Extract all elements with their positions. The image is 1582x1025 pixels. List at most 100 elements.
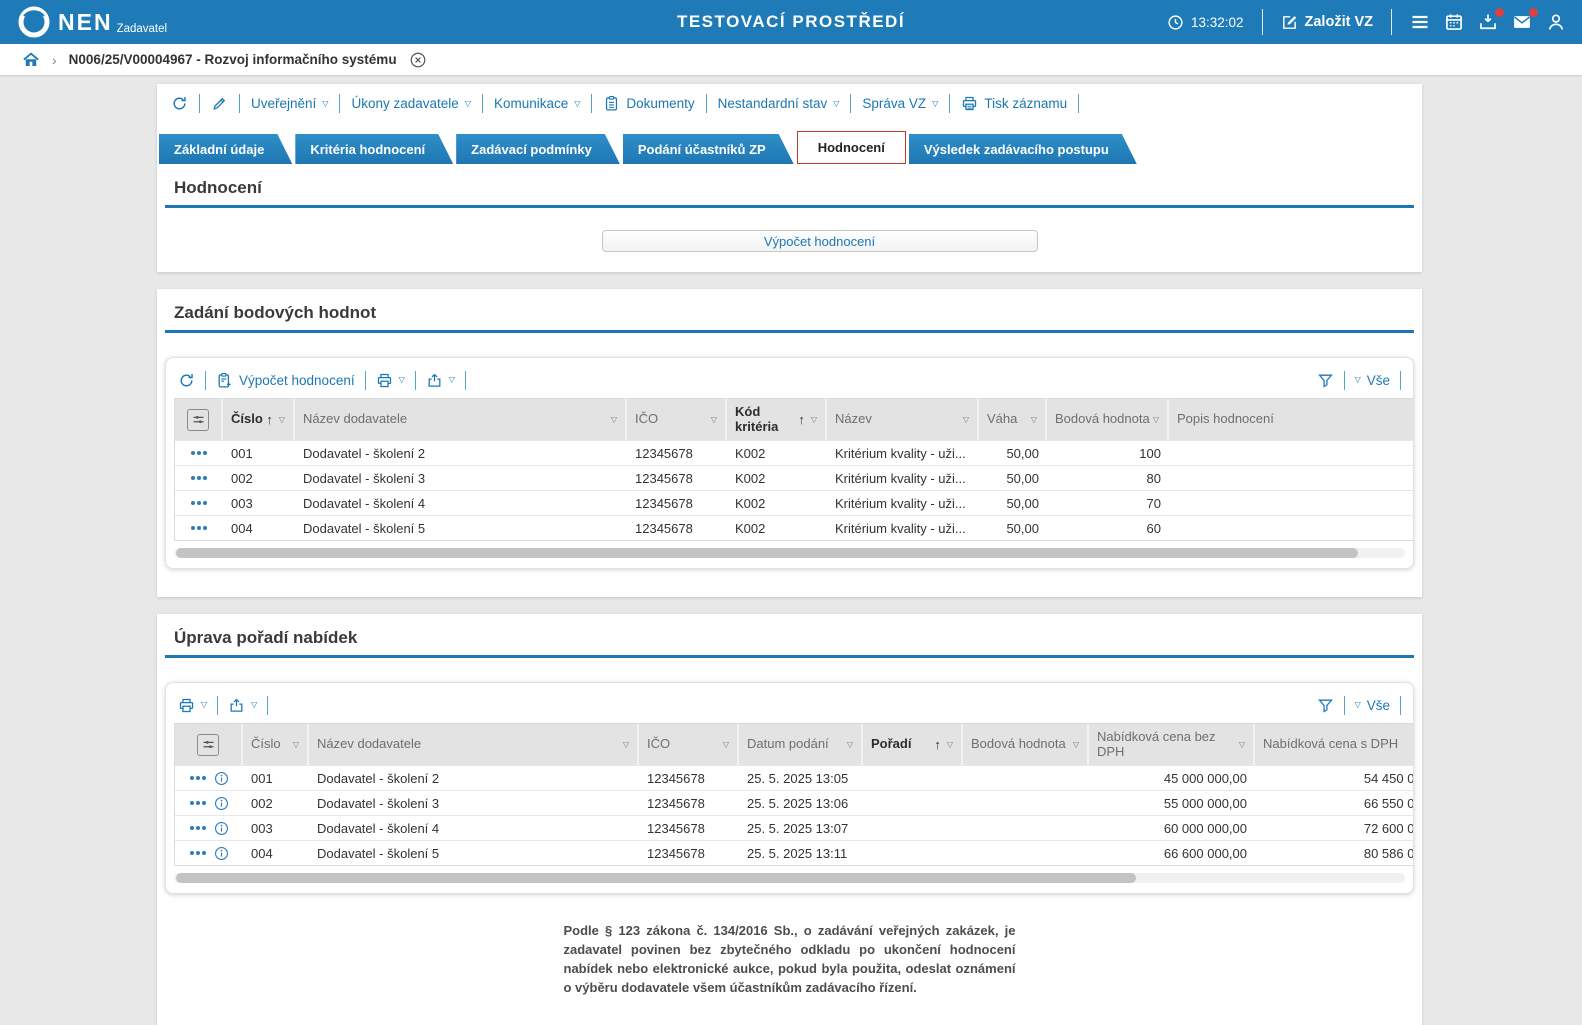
grid-vypocet-button[interactable]: Výpočet hodnocení [216, 372, 355, 389]
grid-print-button[interactable]: ▽ [178, 697, 207, 714]
messages-button[interactable] [1512, 12, 1532, 32]
col-header-popis-hodnoceni[interactable]: Popis hodnocení [1169, 399, 1414, 440]
filter-caret-icon[interactable]: ▽ [847, 740, 853, 749]
close-record-icon[interactable] [409, 51, 427, 69]
col-header-bodova-hodnota[interactable]: Bodová hodnota▽ [1047, 399, 1169, 440]
filter-caret-icon[interactable]: ▽ [279, 415, 285, 424]
grid-filter-button[interactable] [1317, 697, 1334, 714]
col-header-cislo[interactable]: Číslo↑▽ [223, 399, 295, 440]
user-profile-button[interactable] [1546, 12, 1566, 32]
table-row: 001 Dodavatel - školení 2 12345678 K002 … [175, 440, 1414, 465]
filter-caret-icon[interactable]: ▽ [811, 415, 817, 424]
column-settings-icon[interactable] [197, 734, 219, 756]
col-header-ico[interactable]: IČO▽ [639, 724, 739, 765]
col-header-poradi[interactable]: Pořadí↑▽ [863, 724, 963, 765]
vypocet-hodnoceni-button[interactable]: Výpočet hodnocení [602, 230, 1038, 252]
col-header-nazev-dodavatele[interactable]: Název dodavatele▽ [295, 399, 627, 440]
breadcrumb-record[interactable]: N006/25/V00004967 - Rozvoj informačního … [69, 52, 397, 67]
home-icon[interactable] [22, 51, 40, 69]
col-header-cena-bez-dph[interactable]: Nabídková cena bez DPH▽ [1089, 724, 1255, 765]
menu-uverejneni[interactable]: Uveřejnění▽ [251, 96, 328, 111]
grid-export-button[interactable]: ▽ [228, 697, 257, 714]
col-header-datum-podani[interactable]: Datum podání▽ [739, 724, 863, 765]
filter-caret-icon[interactable]: ▽ [711, 415, 717, 424]
filter-caret-icon[interactable]: ▽ [611, 415, 617, 424]
chevron-down-icon: ▽ [833, 100, 839, 108]
tab-vysledek-postupu[interactable]: Výsledek zadávacího postupu [909, 134, 1137, 164]
row-menu-icon[interactable] [191, 451, 207, 455]
grid-refresh-button[interactable] [178, 372, 195, 389]
refresh-button[interactable] [171, 95, 188, 112]
column-settings-icon[interactable] [187, 409, 209, 431]
print-record-button[interactable]: Tisk záznamu [961, 95, 1067, 112]
grid-export-button[interactable]: ▽ [426, 372, 455, 389]
row-menu-icon[interactable] [190, 776, 206, 780]
cell-nazev: Kritérium kvality - uži... [827, 496, 979, 511]
col-header-cena-s-dph[interactable]: Nabídková cena s DPH [1255, 724, 1414, 765]
filter-caret-icon[interactable]: ▽ [1073, 740, 1079, 749]
scrollbar-thumb[interactable] [176, 548, 1358, 558]
grid-filter-button[interactable] [1317, 372, 1334, 389]
row-menu-icon[interactable] [191, 476, 207, 480]
row-menu-icon[interactable] [190, 851, 206, 855]
hamburger-icon [1410, 12, 1430, 32]
calendar-button[interactable] [1444, 12, 1464, 32]
col-header-kod-kriteria[interactable]: Kód kritéria↑▽ [727, 399, 827, 440]
menu-nestandardni-stav[interactable]: Nestandardní stav▽ [718, 96, 840, 111]
info-icon[interactable] [214, 796, 229, 811]
tab-bar: Základní údaje Kritéria hodnocení Zadáva… [157, 119, 1422, 164]
cell-bodova-hodnota: 70 [1047, 496, 1169, 511]
col-header-cislo[interactable]: Číslo▽ [243, 724, 309, 765]
filter-caret-icon[interactable]: ▽ [623, 740, 629, 749]
horizontal-scrollbar[interactable] [174, 548, 1405, 558]
tab-hodnoceni[interactable]: Hodnocení [797, 131, 906, 164]
filter-caret-icon[interactable]: ▽ [723, 740, 729, 749]
grid-show-all-select[interactable]: ▽ Vše [1355, 373, 1390, 388]
col-header-ico[interactable]: IČO▽ [627, 399, 727, 440]
cell-cislo: 003 [223, 496, 295, 511]
calc-clipboard-icon [216, 372, 233, 389]
cell-kod: K002 [727, 446, 827, 461]
tab-zadavaci-podminky[interactable]: Zadávací podmínky [456, 134, 620, 164]
row-menu-icon[interactable] [191, 501, 207, 505]
tab-kriteria-hodnoceni[interactable]: Kritéria hodnocení [295, 134, 453, 164]
main-menu-button[interactable] [1410, 12, 1430, 32]
col-header-nazev-dodavatele[interactable]: Název dodavatele▽ [309, 724, 639, 765]
downloads-button[interactable] [1478, 12, 1498, 32]
column-settings-button[interactable] [175, 724, 243, 765]
row-menu-icon[interactable] [190, 826, 206, 830]
create-vz-button[interactable]: Založit VZ [1281, 14, 1373, 31]
filter-caret-icon[interactable]: ▽ [293, 740, 299, 749]
col-header-bodova-hodnota[interactable]: Bodová hodnota▽ [963, 724, 1089, 765]
grid-print-button[interactable]: ▽ [376, 372, 405, 389]
filter-caret-icon[interactable]: ▽ [963, 415, 969, 424]
filter-caret-icon[interactable]: ▽ [1153, 415, 1159, 424]
menu-dokumenty[interactable]: Dokumenty [603, 95, 694, 112]
info-icon[interactable] [214, 821, 229, 836]
menu-komunikace[interactable]: Komunikace▽ [494, 96, 580, 111]
info-icon[interactable] [214, 846, 229, 861]
cell-vaha: 50,00 [979, 521, 1047, 536]
tab-podani-ucastniku[interactable]: Podání účastníků ZP [623, 134, 794, 164]
filter-caret-icon[interactable]: ▽ [1239, 740, 1245, 749]
menu-sprava-vz[interactable]: Správa VZ▽ [862, 96, 938, 111]
row-menu-icon[interactable] [191, 526, 207, 530]
scrollbar-thumb[interactable] [176, 873, 1136, 883]
grid-show-all-select[interactable]: ▽ Vše [1355, 698, 1390, 713]
cell-bodova-hodnota: 80 [1047, 471, 1169, 486]
col-header-nazev[interactable]: Název▽ [827, 399, 979, 440]
filter-caret-icon[interactable]: ▽ [1031, 415, 1037, 424]
horizontal-scrollbar[interactable] [174, 873, 1405, 883]
column-settings-button[interactable] [175, 399, 223, 440]
table-row: 003 Dodavatel - školení 4 12345678 25. 5… [175, 815, 1414, 840]
print-record-label: Tisk záznamu [984, 96, 1067, 111]
filter-caret-icon[interactable]: ▽ [947, 740, 953, 749]
cell-cena-bez-dph: 45 000 000,00 [1089, 771, 1255, 786]
row-menu-icon[interactable] [190, 801, 206, 805]
edit-record-button[interactable] [211, 95, 228, 112]
tab-zakladni-udaje[interactable]: Základní údaje [159, 134, 292, 164]
nen-logo[interactable]: NEN Zadavatel [18, 6, 167, 38]
col-header-vaha[interactable]: Váha▽ [979, 399, 1047, 440]
menu-ukony-zadavatele[interactable]: Úkony zadavatele▽ [351, 96, 470, 111]
info-icon[interactable] [214, 771, 229, 786]
